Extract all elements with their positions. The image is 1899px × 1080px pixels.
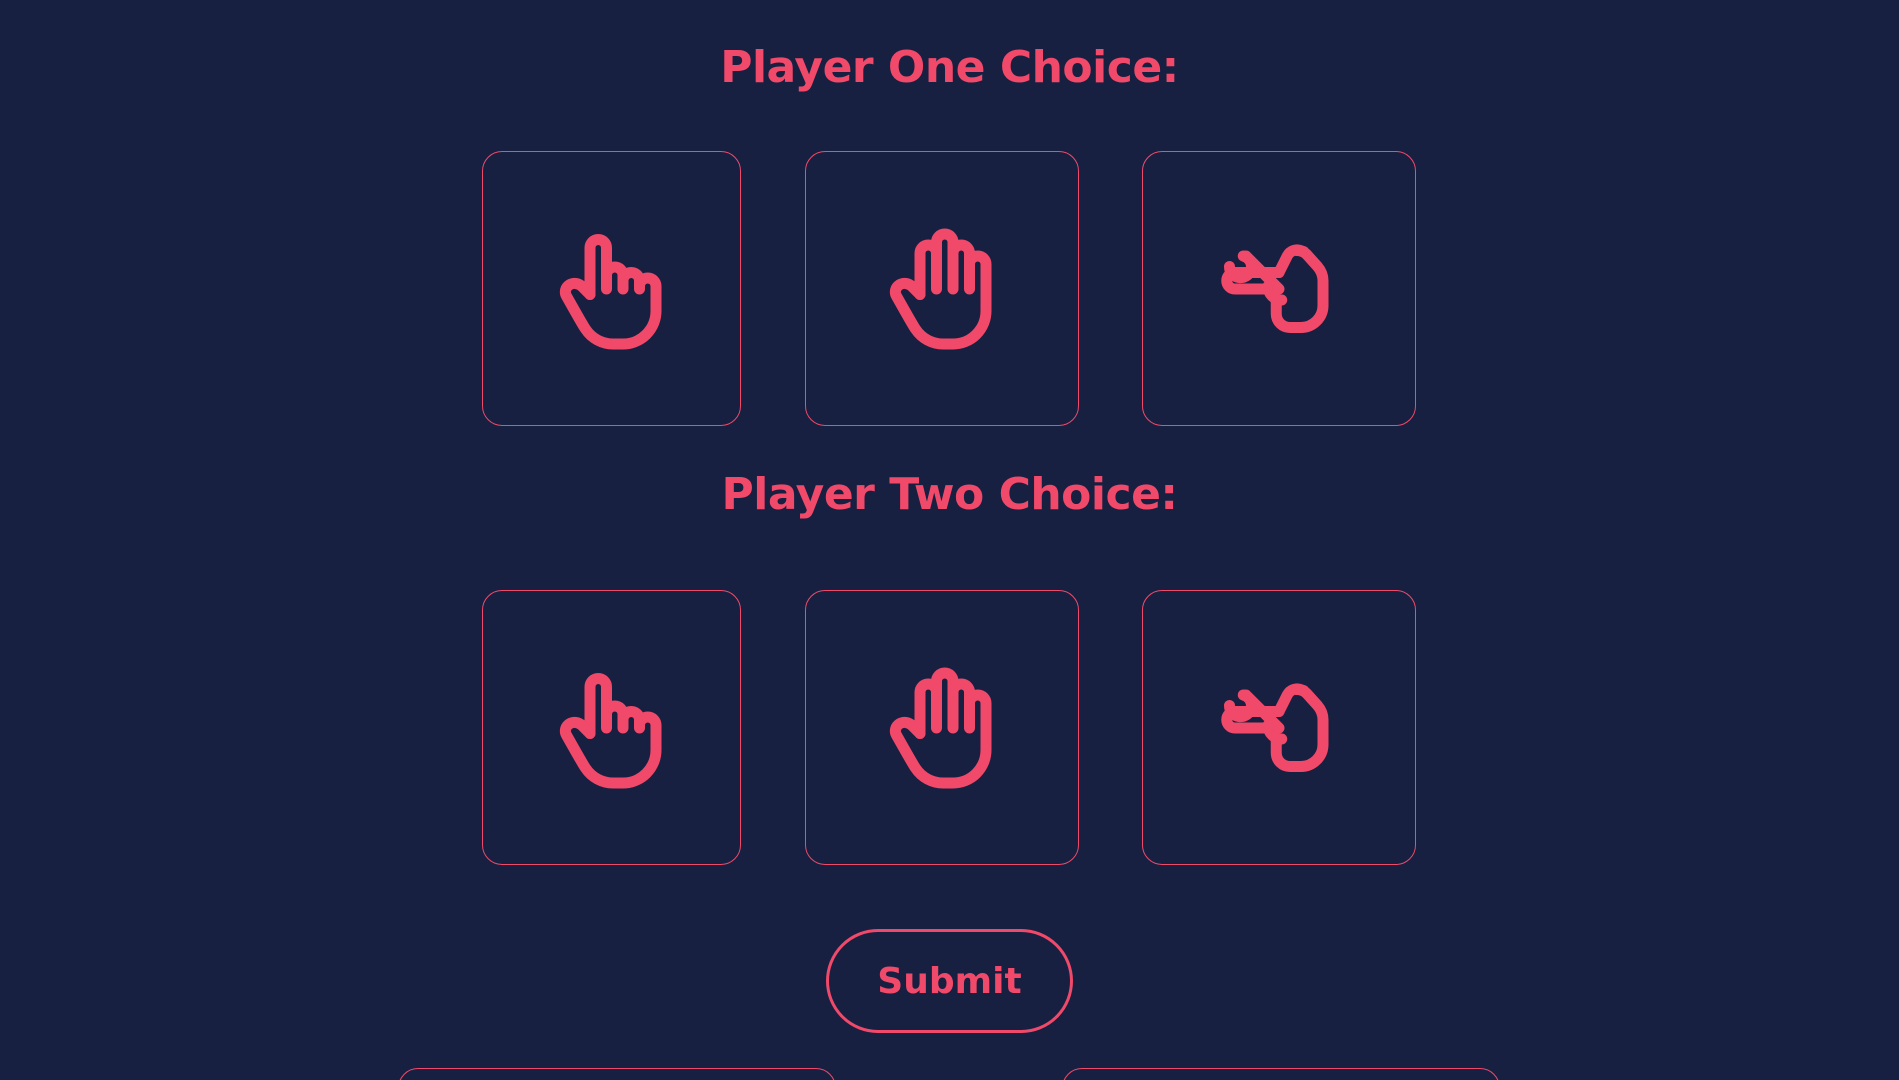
player-two-scissors-button[interactable] [1142,590,1416,865]
player-one-heading: Player One Choice: [720,42,1179,93]
submit-button[interactable]: Submit [826,929,1073,1033]
player-two-result-box [1062,1068,1500,1080]
hand-scissors-icon [1221,243,1329,333]
player-two-heading: Player Two Choice: [721,469,1178,520]
hand-paper-icon [889,228,992,349]
player-one-paper-button[interactable] [805,151,1079,426]
hand-paper-icon [889,667,992,788]
player-one-result-box [398,1068,836,1080]
hand-fist-icon [559,672,661,788]
player-one-rock-button[interactable] [482,151,741,426]
hand-fist-icon [559,233,661,349]
hand-scissors-icon [1221,682,1329,772]
player-two-rock-button[interactable] [482,590,741,865]
player-two-paper-button[interactable] [805,590,1079,865]
player-one-scissors-button[interactable] [1142,151,1416,426]
